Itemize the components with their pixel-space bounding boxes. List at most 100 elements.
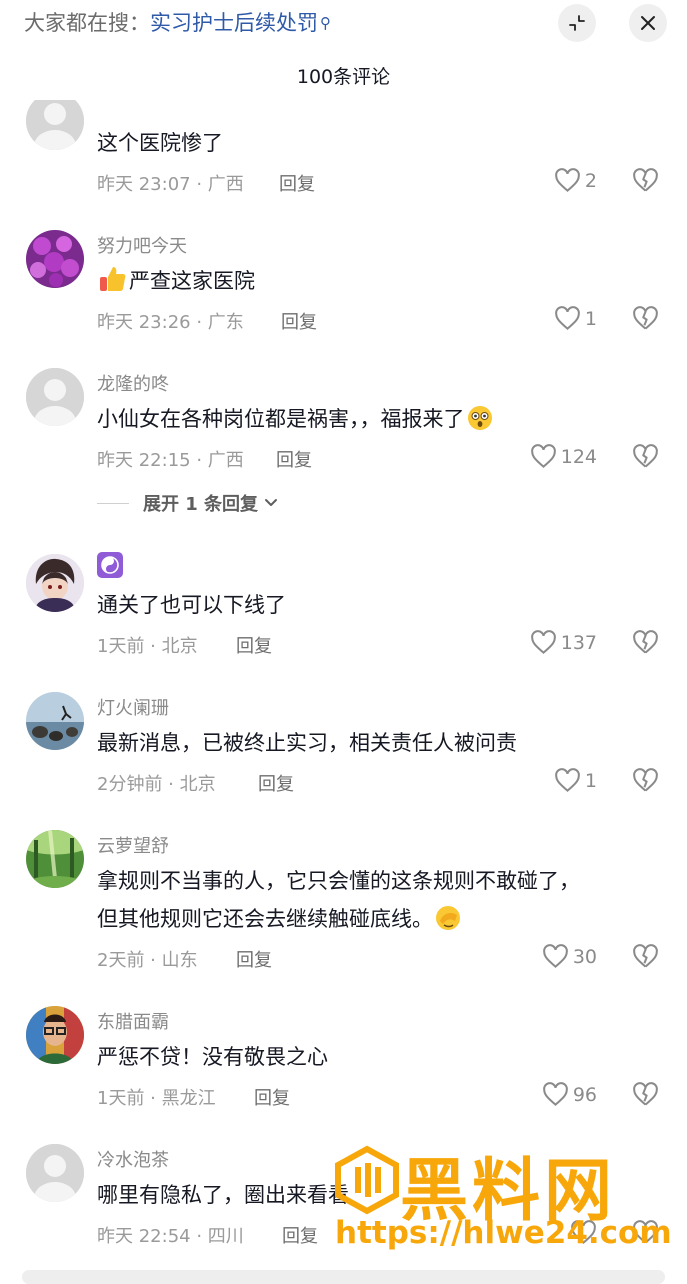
comment-text-row: 小仙女在各种岗位都是祸害，，福报来了 — [97, 402, 495, 436]
yin-yang-icon — [97, 552, 123, 578]
heart-icon — [542, 944, 568, 968]
input-bar[interactable] — [22, 1270, 665, 1284]
comment-meta: 2分钟前 · 北京 — [97, 774, 216, 795]
reply-button[interactable]: 回复 — [258, 770, 294, 796]
expand-replies-button[interactable]: 展开 1 条回复 — [97, 490, 278, 516]
avatar[interactable] — [26, 830, 84, 888]
chevron-down-icon — [265, 499, 278, 506]
like-button[interactable] — [570, 1220, 597, 1245]
like-count: 137 — [560, 631, 597, 654]
comment-location: 四川 — [207, 1226, 244, 1247]
dislike-button[interactable] — [632, 168, 659, 197]
comment-text: 哪里有隐私了，圈出来看看 — [97, 1183, 349, 1207]
expand-divider — [97, 502, 129, 504]
comment-meta: 昨天 22:54 · 四川 — [97, 1226, 244, 1247]
broken-heart-icon — [633, 944, 658, 968]
heart-icon — [542, 1082, 568, 1106]
dislike-button[interactable] — [632, 444, 659, 473]
collapse-button[interactable] — [558, 4, 596, 42]
reply-button[interactable]: 回复 — [276, 446, 312, 472]
username[interactable]: 冷水泡茶 — [97, 1146, 169, 1172]
surprised-emoji — [467, 406, 492, 430]
comment-time: 昨天 23:26 — [97, 312, 191, 333]
username[interactable]: 东腊面霸 — [97, 1008, 169, 1034]
comment-location: 山东 — [161, 950, 198, 971]
comment-time: 昨天 22:15 — [97, 450, 191, 471]
dislike-button[interactable] — [632, 1082, 659, 1111]
avatar[interactable] — [26, 100, 84, 150]
comment-location: 广西 — [207, 450, 244, 471]
search-suggestion[interactable]: 大家都在搜：实习护士后续处罚 ⚲ — [24, 8, 331, 38]
username[interactable]: 灯火阑珊 — [97, 694, 169, 720]
like-button[interactable]: 124 — [530, 444, 597, 469]
username[interactable]: 云萝望舒 — [97, 832, 169, 858]
broken-heart-icon — [633, 306, 658, 330]
comment-text: 最新消息，已被终止实习，相关责任人被问责 — [97, 731, 517, 755]
like-count: 30 — [572, 945, 597, 968]
like-count: 1 — [584, 769, 597, 792]
like-button[interactable]: 30 — [542, 944, 597, 969]
heart-icon — [555, 168, 580, 192]
dislike-button[interactable] — [632, 630, 659, 659]
heart-icon — [530, 444, 556, 468]
username-badge — [97, 552, 123, 583]
comment-time: 2分钟前 — [97, 774, 163, 795]
like-count: 96 — [572, 1083, 597, 1106]
comment-time: 1天前 — [97, 1088, 145, 1109]
reply-button[interactable]: 回复 — [282, 1222, 318, 1248]
comment-text: 严惩不贷！没有敬畏之心 — [97, 1045, 328, 1069]
search-term[interactable]: 实习护士后续处罚 — [150, 11, 318, 35]
heart-icon — [571, 1220, 596, 1244]
comment-text: 拿规则不当事的人，它只会懂的这条规则不敢碰了， — [97, 869, 580, 893]
avatar[interactable] — [26, 1006, 84, 1064]
broken-heart-icon — [633, 630, 658, 654]
comment-time: 2天前 — [97, 950, 145, 971]
comment-location: 广西 — [207, 174, 244, 195]
username[interactable]: 龙隆的咚 — [97, 370, 169, 396]
comment-location: 北京 — [161, 636, 198, 657]
dislike-button[interactable] — [632, 306, 659, 335]
comment-meta: 1天前 · 黑龙江 — [97, 1088, 216, 1109]
like-button[interactable]: 96 — [542, 1082, 597, 1107]
like-button[interactable]: 1 — [554, 768, 597, 793]
close-button[interactable] — [629, 4, 667, 42]
comment-text: 这个医院惨了 — [97, 131, 223, 155]
comment-meta: 1天前 · 北京 — [97, 636, 198, 657]
dislike-button[interactable] — [632, 944, 659, 973]
comment-text: 小仙女在各种岗位都是祸害，，福报来了 — [97, 407, 465, 431]
thumbs-up-emoji — [100, 267, 126, 291]
comment-text: 严查这家医院 — [129, 269, 255, 293]
dislike-button[interactable] — [632, 1220, 659, 1249]
avatar[interactable] — [26, 1144, 84, 1202]
avatar[interactable] — [26, 554, 84, 612]
reply-button[interactable]: 回复 — [279, 170, 315, 196]
avatar[interactable] — [26, 368, 84, 426]
comment-meta: 昨天 23:26 · 广东 — [97, 312, 244, 333]
avatar[interactable] — [26, 230, 84, 288]
like-count: 124 — [560, 445, 597, 468]
broken-heart-icon — [633, 768, 658, 792]
broken-heart-icon — [633, 1082, 658, 1106]
heart-icon — [555, 306, 580, 330]
avatar[interactable] — [26, 692, 84, 750]
comment-time: 昨天 22:54 — [97, 1226, 191, 1247]
comment-text-row: 严查这家医院 — [97, 264, 255, 298]
comment-text-row: 但其他规则它还会去继续触碰底线。 — [97, 902, 463, 936]
broken-heart-icon — [633, 444, 658, 468]
dislike-button[interactable] — [632, 768, 659, 797]
reply-button[interactable]: 回复 — [281, 308, 317, 334]
reply-button[interactable]: 回复 — [236, 632, 272, 658]
like-button[interactable]: 1 — [554, 306, 597, 331]
reply-button[interactable]: 回复 — [236, 946, 272, 972]
comment-text: 通关了也可以下线了 — [97, 593, 286, 617]
reply-button[interactable]: 回复 — [254, 1084, 290, 1110]
collapse-icon — [569, 15, 585, 31]
like-button[interactable]: 2 — [554, 168, 597, 193]
like-button[interactable]: 137 — [530, 630, 597, 655]
like-count: 1 — [584, 307, 597, 330]
username[interactable]: 努力吧今天 — [97, 232, 187, 258]
search-prefix: 大家都在搜： — [24, 11, 150, 35]
comment-time: 昨天 23:07 — [97, 174, 191, 195]
comment-list[interactable]: 这个医院惨了 昨天 23:07 · 广西 回复 2 努力吧今天 严查这家医院 昨… — [0, 100, 687, 1270]
comment-count: 100条评论 — [296, 66, 391, 88]
